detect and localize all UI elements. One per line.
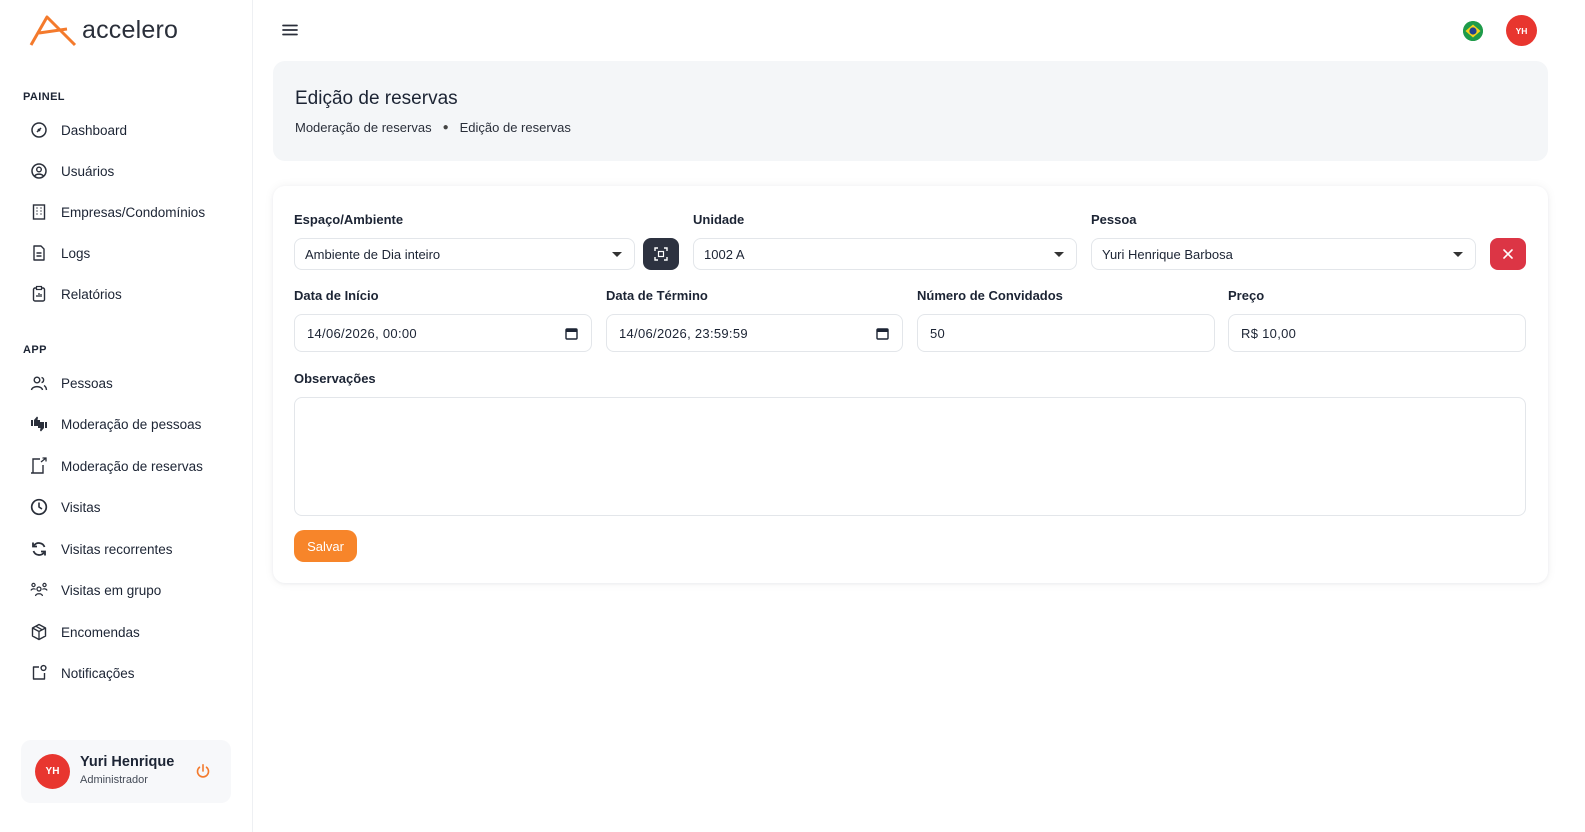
unidade-select-value: 1002 A [704, 246, 745, 262]
clock-icon [30, 498, 48, 516]
sidebar-item-pessoas[interactable]: Pessoas [30, 370, 113, 396]
chevron-down-icon [612, 252, 622, 257]
data-termino-label: Data de Término [606, 288, 708, 303]
unidade-select[interactable]: 1002 A [693, 238, 1077, 270]
section-title-painel: PAINEL [23, 91, 65, 103]
sidebar-item-visitas-recorrentes[interactable]: Visitas recorrentes [30, 536, 173, 562]
breadcrumb-separator: ● [442, 122, 449, 133]
breadcrumb-current: Edição de reservas [459, 120, 571, 135]
sidebar-item-encomendas[interactable]: Encomendas [30, 619, 140, 645]
data-inicio-input[interactable]: 14/06/2026, 00:00 [294, 314, 592, 352]
chevron-down-icon [1054, 252, 1064, 257]
sidebar-item-label: Logs [61, 245, 91, 261]
pessoa-select[interactable]: Yuri Henrique Barbosa [1091, 238, 1476, 270]
clear-pessoa-button[interactable] [1490, 238, 1526, 270]
breadcrumb: Moderação de reservas ● Edição de reserv… [295, 120, 571, 135]
sidebar-item-dashboard[interactable]: Dashboard [30, 117, 127, 143]
brazil-flag-icon[interactable] [1463, 21, 1483, 41]
sidebar: accelero PAINEL Dashboard Usuários Empre… [0, 0, 253, 832]
sidebar-item-label: Usuários [61, 163, 115, 179]
avatar[interactable]: YH [35, 754, 70, 789]
sidebar-item-label: Dashboard [61, 122, 128, 138]
observacoes-label: Observações [294, 371, 376, 386]
sidebar-item-visitas-grupo[interactable]: Visitas em grupo [30, 577, 161, 603]
sidebar-item-empresas[interactable]: Empresas/Condomínios [30, 199, 205, 225]
dashboard-gauge-icon [30, 121, 48, 139]
sidebar-item-notificacoes[interactable]: Notificações [30, 660, 135, 686]
user-card: YH Yuri Henrique Administrador [21, 740, 231, 803]
espaco-label: Espaço/Ambiente [294, 212, 404, 227]
sidebar-item-moderacao-reservas[interactable]: Moderação de reservas [30, 453, 203, 479]
pessoa-label: Pessoa [1091, 212, 1137, 227]
preco-input[interactable]: R$ 10,00 [1228, 314, 1526, 352]
reservation-form-card: Espaço/Ambiente Ambiente de Dia inteiro … [273, 186, 1548, 583]
espaco-select[interactable]: Ambiente de Dia inteiro [294, 238, 635, 270]
sidebar-item-label: Relatórios [61, 286, 122, 302]
data-inicio-value: 14/06/2026, 00:00 [307, 325, 417, 341]
calendar-icon[interactable] [876, 327, 889, 340]
file-icon [30, 244, 48, 262]
sidebar-item-relatorios[interactable]: Relatórios [30, 281, 122, 307]
logo[interactable]: accelero [29, 13, 178, 47]
door-exit-icon [30, 457, 48, 475]
sidebar-item-label: Visitas [61, 499, 101, 515]
page-header-card: Edição de reservas Moderação de reservas… [273, 61, 1548, 161]
logo-text: accelero [82, 15, 179, 44]
convidados-value: 50 [930, 325, 946, 341]
data-termino-input[interactable]: 14/06/2026, 23:59:59 [606, 314, 903, 352]
sidebar-item-label: Encomendas [61, 624, 140, 640]
sidebar-item-moderacao-pessoas[interactable]: Moderação de pessoas [30, 411, 201, 437]
clipboard-report-icon [30, 285, 48, 303]
chevron-down-icon [1453, 252, 1463, 257]
data-termino-value: 14/06/2026, 23:59:59 [619, 325, 748, 341]
data-inicio-label: Data de Início [294, 288, 379, 303]
breadcrumb-link-moderacao-reservas[interactable]: Moderação de reservas [295, 120, 432, 135]
notification-icon [30, 664, 48, 682]
espaco-select-value: Ambiente de Dia inteiro [305, 246, 441, 262]
power-icon[interactable] [195, 763, 211, 779]
sidebar-item-label: Visitas recorrentes [61, 541, 173, 557]
sidebar-item-label: Moderação de pessoas [61, 416, 202, 432]
sidebar-item-label: Pessoas [61, 375, 113, 391]
hamburger-menu-icon[interactable] [281, 22, 299, 38]
page-title: Edição de reservas [295, 88, 458, 109]
user-role: Administrador [80, 774, 148, 786]
convidados-input[interactable]: 50 [917, 314, 1215, 352]
sidebar-item-logs[interactable]: Logs [30, 240, 90, 266]
pessoa-select-value: Yuri Henrique Barbosa [1102, 246, 1233, 262]
accelero-logo-icon [29, 15, 77, 47]
sidebar-item-label: Moderação de reservas [61, 458, 203, 474]
refresh-icon [30, 540, 48, 558]
people-icon [30, 374, 48, 392]
group-icon [30, 581, 48, 599]
unidade-label: Unidade [693, 212, 745, 227]
preco-value: R$ 10,00 [1241, 325, 1297, 341]
package-icon [30, 623, 48, 641]
building-icon [30, 203, 48, 221]
sidebar-item-label: Notificações [61, 665, 135, 681]
section-title-app: APP [23, 344, 47, 356]
sidebar-item-label: Visitas em grupo [61, 582, 162, 598]
calendar-icon[interactable] [565, 327, 578, 340]
thumbs-up-down-icon [30, 415, 48, 433]
convidados-label: Número de Convidados [917, 288, 1063, 303]
scan-icon [654, 247, 668, 261]
sidebar-item-visitas[interactable]: Visitas [30, 494, 101, 520]
user-name: Yuri Henrique [80, 754, 175, 770]
preco-label: Preço [1228, 288, 1265, 303]
user-circle-icon [30, 162, 48, 180]
scan-space-button[interactable] [643, 238, 679, 270]
observacoes-textarea[interactable] [294, 397, 1526, 516]
header-avatar[interactable]: YH [1506, 15, 1537, 46]
close-icon [1503, 249, 1513, 259]
sidebar-item-label: Empresas/Condomínios [61, 204, 206, 220]
save-button[interactable]: Salvar [294, 530, 357, 562]
sidebar-item-usuarios[interactable]: Usuários [30, 158, 114, 184]
